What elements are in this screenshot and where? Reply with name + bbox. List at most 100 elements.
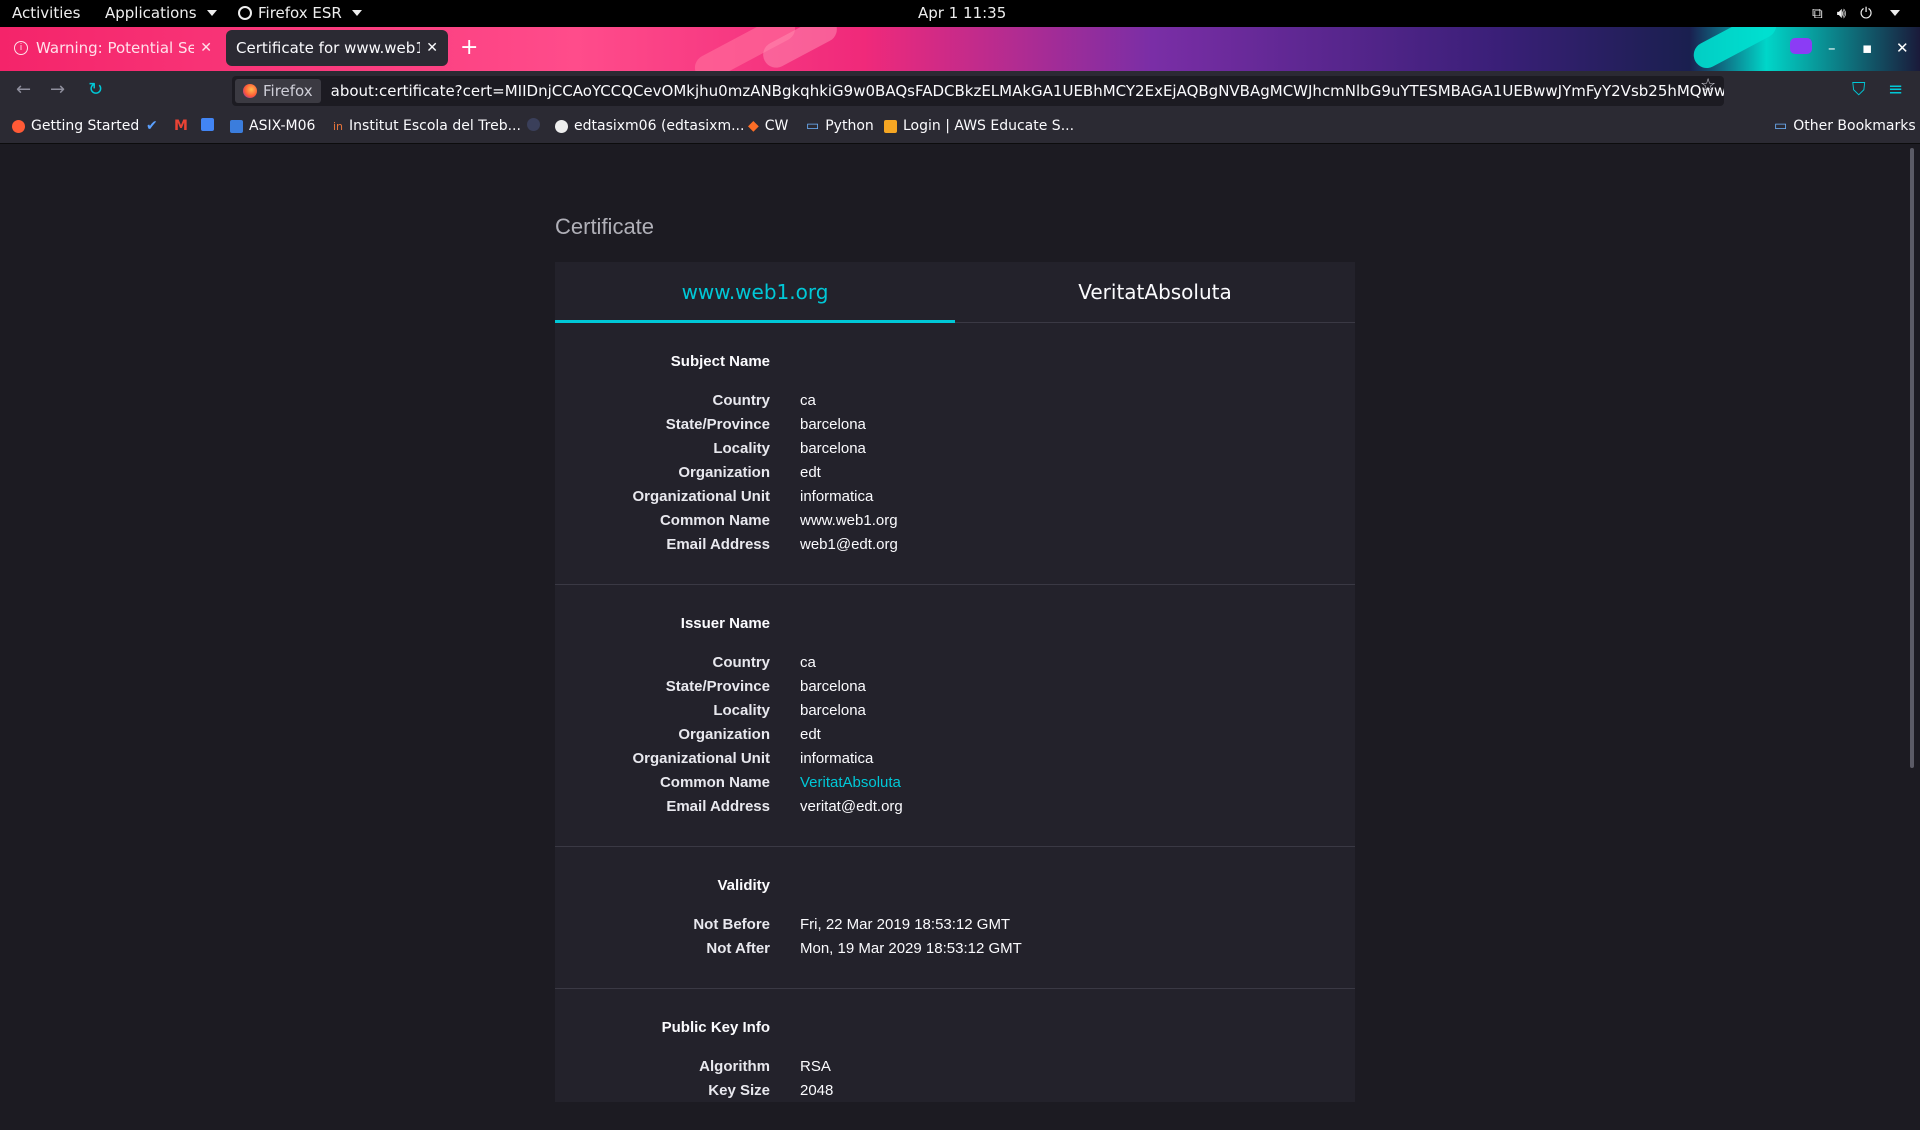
- section-title: Public Key Info: [661, 1019, 770, 1036]
- detail-row: State/Province barcelona: [555, 674, 1355, 698]
- bookmark-github[interactable]: edtasixm06 (edtasixm...: [555, 118, 744, 134]
- public-key-info-section: Public Key Info Algorithm RSA Key Size 204…: [555, 989, 1355, 1130]
- detail-row: Email Address veritat@edt.org: [555, 794, 1355, 818]
- tab-certificate[interactable]: Certificate for www.web1.org ✕: [226, 30, 448, 66]
- back-button[interactable]: ←: [16, 79, 31, 100]
- clock-label: Apr 1 11:35: [918, 4, 1007, 22]
- clock[interactable]: Apr 1 11:35: [918, 4, 1006, 22]
- app-name-label: Firefox ESR: [258, 4, 342, 22]
- tab-veritatabsoluta[interactable]: VeritatAbsoluta: [955, 262, 1355, 322]
- section-title: Issuer Name: [680, 615, 770, 632]
- globe-icon: [527, 118, 540, 131]
- folder-icon: ▭: [806, 118, 820, 134]
- bookmark-star-icon[interactable]: ☆: [1700, 75, 1716, 96]
- firefox-icon: [238, 6, 252, 20]
- bookmark-folder-python[interactable]: ▭ Python: [806, 118, 874, 134]
- detail-row: Organizational Unit informatica: [555, 746, 1355, 770]
- detail-key: Country: [712, 391, 771, 409]
- applications-menu[interactable]: Applications: [105, 4, 217, 22]
- issuer-common-name-link[interactable]: VeritatAbsoluta: [800, 774, 901, 791]
- chevron-down-icon: [1890, 10, 1901, 16]
- system-status-area[interactable]: ⧉ 🔊︎ ⏻: [1812, 4, 1901, 22]
- close-window-button[interactable]: ✕: [1896, 39, 1909, 57]
- activities-label: Activities: [12, 4, 81, 22]
- url-text[interactable]: about:certificate?cert=MIIDnjCCAoYCCQCev…: [331, 82, 1724, 100]
- bookmark-generic[interactable]: [527, 118, 540, 131]
- address-bar[interactable]: Firefox about:certificate?cert=MIIDnjCCA…: [232, 76, 1724, 106]
- app-menu[interactable]: Firefox ESR: [238, 4, 362, 22]
- detail-value: 2048: [800, 1081, 834, 1099]
- detail-key: Organizational Unit: [632, 487, 770, 505]
- reload-button[interactable]: ↻: [88, 79, 103, 100]
- detail-value: informatica: [800, 487, 874, 505]
- detail-value: Mon, 19 Mar 2029 18:53:12 GMT: [800, 939, 1022, 957]
- detail-value: Fri, 22 Mar 2019 18:53:12 GMT: [800, 915, 1011, 933]
- bookmark-institut[interactable]: in Institut Escola del Treb...: [333, 118, 521, 134]
- detail-value: barcelona: [800, 439, 866, 457]
- detail-row: State/Province barcelona: [555, 412, 1355, 436]
- section-title: Validity: [717, 877, 770, 894]
- detail-key: Not Before: [693, 915, 770, 933]
- identity-box[interactable]: Firefox: [235, 79, 321, 103]
- detail-value: web1@edt.org: [800, 535, 898, 553]
- bookmark-tasks[interactable]: ✔: [146, 118, 158, 134]
- volume-icon: 🔊︎: [1836, 4, 1847, 22]
- page-title: Certificate: [555, 214, 655, 239]
- activities-button[interactable]: Activities: [12, 4, 80, 22]
- bookmark-gmail[interactable]: M: [174, 118, 188, 134]
- bookmark-label: Login | AWS Educate S...: [903, 118, 1075, 134]
- bookmark-calendar[interactable]: [201, 118, 214, 131]
- detail-value: RSA: [800, 1057, 831, 1075]
- detail-key: Algorithm: [699, 1057, 770, 1075]
- detail-key: Locality: [713, 701, 770, 719]
- tab-www-web1-org[interactable]: www.web1.org: [555, 262, 955, 323]
- detail-row: Organizational Unit informatica: [555, 484, 1355, 508]
- applications-label: Applications: [105, 4, 197, 22]
- detail-key: Key Size: [708, 1081, 770, 1099]
- network-icon: ⧉: [1812, 4, 1823, 22]
- forward-button[interactable]: →: [50, 79, 65, 100]
- bookmark-label: CW: [764, 118, 789, 134]
- close-icon[interactable]: ✕: [200, 40, 212, 56]
- tab-security-warning[interactable]: i Warning: Potential Security Risk Ahead…: [4, 30, 222, 66]
- info-icon: i: [14, 41, 28, 55]
- system-top-bar: Activities Applications Firefox ESR Apr …: [0, 0, 1920, 27]
- navigation-toolbar: ← → ↻ Firefox about:certificate?cert=MII…: [0, 71, 1920, 111]
- bookmark-cw[interactable]: ◆ CW: [748, 118, 788, 134]
- theme-decoration: [1689, 27, 1781, 71]
- tab-strip: i Warning: Potential Security Risk Ahead…: [0, 27, 1920, 71]
- detail-value: ca: [800, 391, 816, 409]
- power-icon: ⏻: [1860, 4, 1873, 22]
- detail-row: Algorithm RSA: [555, 1054, 1355, 1078]
- bookmark-aws[interactable]: Login | AWS Educate S...: [884, 118, 1074, 134]
- bookmark-getting-started[interactable]: Getting Started: [12, 118, 139, 134]
- institut-icon: in: [333, 119, 344, 133]
- detail-value: informatica: [800, 749, 874, 767]
- detail-key: Country: [712, 653, 771, 671]
- minimize-button[interactable]: –: [1828, 39, 1836, 57]
- detail-row: Organization edt: [555, 722, 1355, 746]
- bookmark-asix-m06[interactable]: ASIX-M06: [230, 118, 315, 134]
- page-scrollbar[interactable]: [1910, 148, 1914, 768]
- tab-label: Warning: Potential Security Risk Ahead: [36, 39, 195, 57]
- bookmark-label: ASIX-M06: [249, 118, 316, 134]
- detail-value: edt: [800, 725, 821, 743]
- detail-row: Locality barcelona: [555, 436, 1355, 460]
- detail-row: Key Size 2048: [555, 1078, 1355, 1102]
- subject-name-section: Subject Name Country ca State/Province bar…: [555, 323, 1355, 585]
- detail-row: Country ca: [555, 388, 1355, 412]
- chevron-down-icon: [351, 10, 362, 16]
- detail-key: Organization: [678, 463, 770, 481]
- detail-key: Email Address: [666, 797, 770, 815]
- new-tab-button[interactable]: +: [460, 35, 478, 60]
- detail-row: Country ca: [555, 650, 1355, 674]
- menu-icon[interactable]: ≡: [1888, 79, 1903, 100]
- maximize-button[interactable]: ▪: [1862, 39, 1872, 57]
- close-icon[interactable]: ✕: [426, 40, 438, 56]
- detail-key: Common Name: [659, 511, 770, 529]
- pocket-icon[interactable]: ⛉: [1852, 79, 1866, 100]
- calendar-icon: [201, 118, 214, 131]
- other-bookmarks-folder[interactable]: ▭ Other Bookmarks: [1774, 118, 1916, 134]
- certificate-card: www.web1.org VeritatAbsoluta Subject Nam…: [555, 262, 1355, 1102]
- bookmarks-toolbar: Getting Started ✔ M ASIX-M06 in Institut …: [0, 111, 1920, 144]
